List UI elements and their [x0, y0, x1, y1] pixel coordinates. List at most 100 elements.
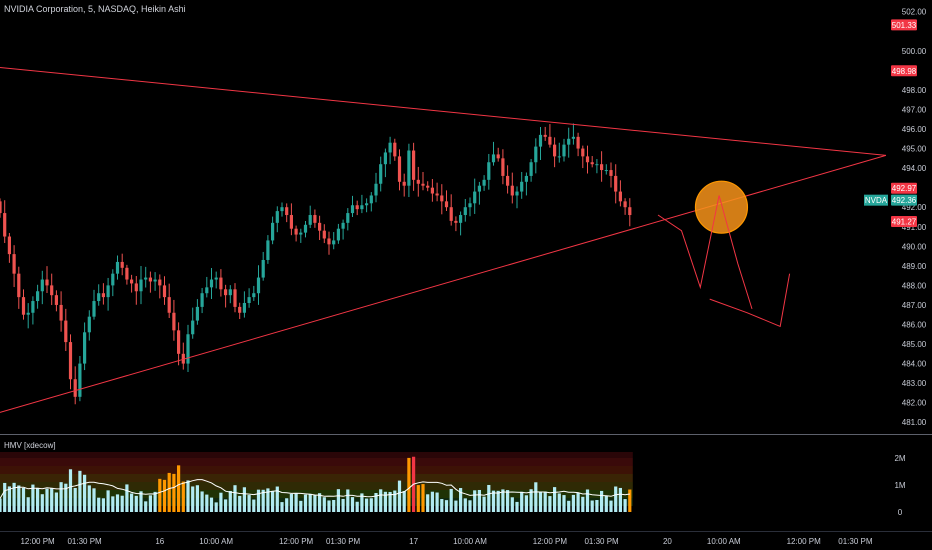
candle-body [383, 152, 387, 165]
candle [590, 156, 594, 168]
volume-bar [496, 490, 500, 512]
x-tick-label: 12:00 PM [279, 537, 314, 546]
candle-body [280, 207, 284, 212]
candle-body [477, 185, 481, 192]
candle-body [148, 277, 152, 282]
candle-body [50, 285, 54, 296]
candle [83, 322, 87, 371]
candle-body [379, 164, 383, 184]
y-tick-label: 490.00 [902, 242, 927, 251]
volume-bar [571, 494, 575, 512]
candle-body [355, 205, 359, 210]
volume-band-1 [0, 458, 633, 466]
volume-bar [600, 490, 604, 512]
volume-bar [219, 492, 223, 512]
volume-bar [595, 500, 599, 512]
candle [600, 151, 604, 182]
candle [623, 198, 627, 215]
candle [336, 223, 340, 244]
candle [200, 287, 204, 314]
volume-bar [3, 482, 7, 512]
candle [101, 283, 105, 305]
volume-bar [68, 469, 73, 512]
candle-body [576, 136, 580, 149]
candle [463, 199, 467, 222]
candle [36, 284, 40, 309]
candle-body [12, 254, 16, 274]
candle [529, 158, 533, 182]
candle-body [7, 236, 11, 255]
candle [407, 143, 411, 198]
volume-bar [21, 487, 26, 512]
candle-body [590, 162, 594, 165]
candle-body [412, 150, 416, 180]
candle [313, 209, 317, 228]
volume-bar [463, 498, 467, 512]
x-tick-label: 16 [155, 537, 164, 546]
x-tick-label: 01:30 PM [67, 537, 102, 546]
candle-body [242, 302, 246, 313]
x-tick-label: 01:30 PM [326, 537, 361, 546]
candle-body [397, 156, 402, 182]
volume-bar [585, 489, 590, 512]
candle [538, 127, 543, 161]
candle-body [543, 134, 547, 137]
candle-body [303, 224, 308, 233]
candle [247, 288, 251, 308]
candle-body [369, 195, 373, 204]
volume-bar [576, 492, 580, 512]
candle [45, 266, 49, 293]
candle-body [252, 293, 256, 298]
volume-y-tick-label: 1M [894, 481, 905, 490]
volume-bar [454, 500, 458, 512]
volume-bar [97, 497, 101, 512]
trendline-lower [0, 154, 887, 413]
candle-body [327, 238, 331, 245]
candle-body [31, 301, 35, 313]
candle [482, 175, 486, 191]
candle-body [332, 240, 336, 245]
candle [303, 221, 308, 238]
volume-bar [341, 498, 345, 512]
y-tick-label: 494.00 [902, 164, 927, 173]
candle [567, 127, 571, 158]
y-tick-label: 486.00 [902, 320, 927, 329]
candle [327, 231, 331, 255]
volume-bar [7, 486, 11, 512]
candle [195, 299, 199, 325]
candle [87, 310, 91, 341]
candle-body [585, 156, 590, 163]
candle-body [614, 175, 618, 192]
candle [543, 126, 547, 141]
volume-bar [557, 493, 561, 512]
candle [162, 276, 167, 305]
candle [228, 285, 232, 304]
candle [261, 251, 265, 281]
volume-bar [430, 491, 434, 512]
candle-body [92, 301, 96, 317]
volume-bar [177, 465, 181, 512]
candle [233, 283, 237, 313]
volume-bar [26, 497, 30, 512]
volume-bar [562, 495, 566, 512]
volume-bar [172, 473, 176, 512]
candle-body [177, 330, 181, 354]
candle [130, 274, 134, 293]
candle [618, 180, 622, 207]
candle [454, 216, 458, 232]
candle [388, 136, 392, 165]
price-chart[interactable]: 481.00 482.00 483.00 484.00 485.00 486.00 487.… [0, 0, 932, 550]
candle [402, 173, 406, 197]
y-tick-label: 497.00 [902, 105, 927, 114]
y-tick-label: 489.00 [902, 262, 927, 271]
candle [412, 142, 416, 191]
candle [421, 172, 425, 191]
candle [256, 265, 261, 305]
candle-body [313, 215, 317, 223]
volume-bar [548, 496, 552, 512]
candle [59, 291, 63, 332]
candle-body [600, 164, 604, 171]
candle-body [219, 277, 223, 290]
y-tick-label: 482.00 [902, 399, 927, 408]
candle-body [125, 267, 129, 280]
